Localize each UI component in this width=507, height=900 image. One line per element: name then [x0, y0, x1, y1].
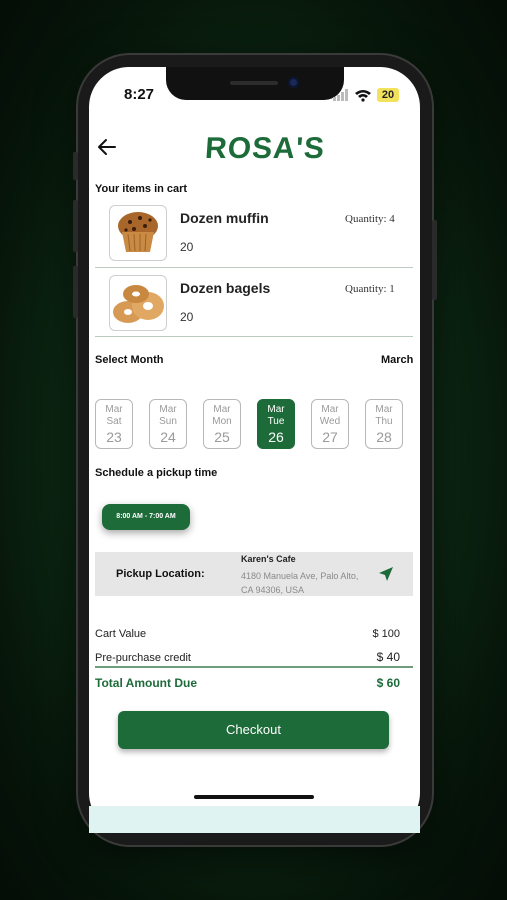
credit-value: $ 40 — [376, 650, 400, 664]
status-icons — [333, 88, 373, 102]
muffin-image — [109, 205, 167, 261]
date-option[interactable]: Mar Sat 23 — [95, 399, 133, 449]
date-month: Mar — [375, 404, 393, 415]
checkout-button[interactable]: Checkout — [118, 711, 389, 749]
bottom-strip — [89, 806, 420, 833]
notch — [166, 67, 344, 100]
date-number: 24 — [160, 429, 176, 445]
mute-switch — [73, 152, 78, 180]
date-option[interactable]: Mar Wed 27 — [311, 399, 349, 449]
date-weekday: Sat — [106, 416, 122, 427]
navigation-arrow-icon — [379, 567, 393, 581]
back-button[interactable] — [96, 136, 118, 158]
pickup-time-title: Schedule a pickup time — [95, 467, 218, 479]
speaker — [230, 81, 278, 85]
date-month: Mar — [105, 404, 123, 415]
total-label: Total Amount Due — [95, 676, 197, 690]
location-name: Karen's Cafe — [241, 554, 296, 564]
date-number: 28 — [376, 429, 392, 445]
status-time: 8:27 — [124, 86, 155, 103]
date-option[interactable]: Mar Thu 28 — [365, 399, 403, 449]
brand-logo: ROSA'S — [203, 132, 327, 165]
total-value: $ 60 — [376, 676, 400, 690]
item-name: Dozen muffin — [180, 210, 269, 226]
bagels-image — [109, 275, 167, 331]
arrow-left-icon — [98, 139, 116, 155]
date-weekday: Thu — [375, 416, 393, 427]
signal-wifi-icons — [333, 89, 371, 102]
front-camera — [288, 77, 299, 88]
selected-month[interactable]: March — [381, 354, 413, 366]
item-name: Dozen bagels — [180, 280, 271, 296]
cart-value-label: Cart Value — [95, 628, 147, 640]
power-button — [432, 220, 437, 300]
navigation-button[interactable] — [377, 565, 395, 583]
date-option[interactable]: Mar Sun 24 — [149, 399, 187, 449]
date-month: Mar — [267, 404, 285, 415]
date-weekday: Sun — [159, 416, 177, 427]
item-quantity: Quantity: 1 — [345, 283, 395, 295]
home-indicator — [194, 795, 314, 799]
date-option[interactable]: Mar Mon 25 — [203, 399, 241, 449]
battery-indicator: 20 — [377, 88, 399, 102]
cart-title: Your items in cart — [95, 183, 188, 195]
pickup-location-label: Pickup Location: — [116, 568, 205, 580]
item-price: 20 — [180, 310, 194, 324]
divider — [95, 267, 413, 268]
volume-up-button — [73, 200, 78, 252]
date-number: 26 — [268, 429, 284, 445]
location-address: 4180 Manuela Ave, Palo Alto, CA 94306, U… — [241, 571, 359, 595]
date-number: 27 — [322, 429, 338, 445]
date-number: 23 — [106, 429, 122, 445]
summary-divider — [95, 666, 413, 668]
credit-label: Pre-purchase credit — [95, 652, 191, 664]
select-month-label: Select Month — [95, 354, 164, 366]
date-number: 25 — [214, 429, 230, 445]
time-slot-button[interactable]: 8:00 AM - 7:00 AM — [102, 504, 190, 530]
date-weekday: Tue — [267, 416, 285, 427]
date-weekday: Mon — [212, 416, 232, 427]
date-option-selected[interactable]: Mar Tue 26 — [257, 399, 295, 449]
item-price: 20 — [180, 240, 194, 254]
divider — [95, 336, 413, 337]
date-month: Mar — [213, 404, 231, 415]
date-weekday: Wed — [319, 416, 341, 427]
volume-down-button — [73, 266, 78, 318]
item-quantity: Quantity: 4 — [345, 213, 395, 225]
cart-value: $ 100 — [372, 628, 400, 640]
date-month: Mar — [321, 404, 339, 415]
date-month: Mar — [159, 404, 177, 415]
